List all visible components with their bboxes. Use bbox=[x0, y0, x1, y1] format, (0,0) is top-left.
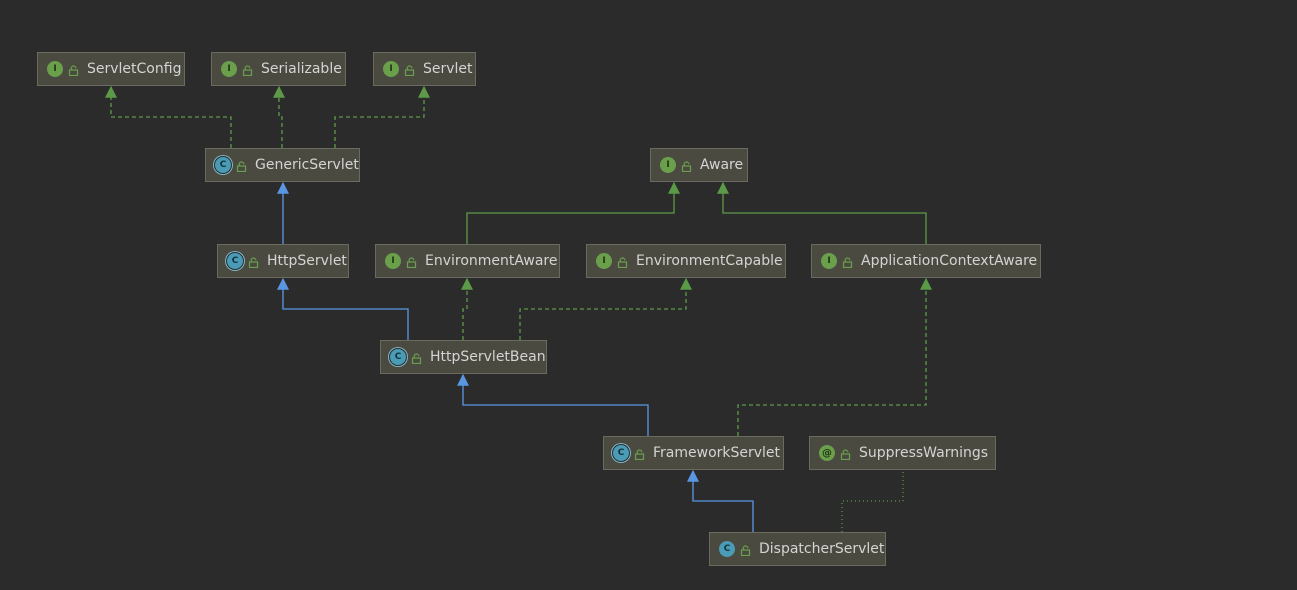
interface-badge-icon: I bbox=[385, 253, 401, 269]
interface-badge-icon: I bbox=[596, 253, 612, 269]
public-visibility-icon bbox=[842, 256, 853, 268]
node-dispatcher-servlet[interactable]: C DispatcherServlet bbox=[709, 532, 886, 566]
node-environment-aware[interactable]: I EnvironmentAware bbox=[375, 244, 560, 278]
interface-extends-edge-environmentaware-to-aware bbox=[466, 181, 680, 244]
node-label: ApplicationContextAware bbox=[861, 253, 1038, 269]
extends-edge-dispatcherservlet-to-frameworkservlet bbox=[687, 469, 754, 532]
node-servlet[interactable]: I Servlet bbox=[373, 52, 476, 86]
public-visibility-icon bbox=[404, 64, 415, 76]
node-serializable[interactable]: I Serializable bbox=[211, 52, 346, 86]
node-label: FrameworkServlet bbox=[653, 445, 781, 461]
node-label: GenericServlet bbox=[255, 157, 359, 173]
implements-edge-frameworkservlet-to-applicationcontextaware bbox=[737, 277, 932, 436]
node-http-servlet-bean[interactable]: C HttpServletBean bbox=[380, 340, 547, 374]
node-label: Serializable bbox=[261, 61, 342, 77]
implements-edge-genericservlet-to-servlet bbox=[334, 85, 430, 148]
node-http-servlet[interactable]: C HttpServlet bbox=[217, 244, 349, 278]
public-visibility-icon bbox=[406, 256, 417, 268]
abstract-badge-icon: C bbox=[215, 157, 231, 173]
public-visibility-icon bbox=[248, 256, 259, 268]
public-visibility-icon bbox=[236, 160, 247, 172]
extends-edge-frameworkservlet-to-httpservletbean bbox=[457, 373, 649, 436]
node-label: HttpServlet bbox=[267, 253, 347, 269]
node-label: SuppressWarnings bbox=[859, 445, 989, 461]
interface-extends-edge-applicationcontextaware-to-aware bbox=[717, 181, 927, 244]
node-label: EnvironmentCapable bbox=[636, 253, 783, 269]
extends-edge-httpservletbean-to-httpservlet bbox=[277, 277, 409, 340]
public-visibility-icon bbox=[411, 352, 422, 364]
node-application-context-aware[interactable]: I ApplicationContextAware bbox=[811, 244, 1041, 278]
public-visibility-icon bbox=[681, 160, 692, 172]
node-aware[interactable]: I Aware bbox=[650, 148, 748, 182]
interface-badge-icon: I bbox=[821, 253, 837, 269]
implements-edge-genericservlet-to-servletconfig bbox=[105, 85, 232, 148]
implements-edge-httpservletbean-to-environmentaware bbox=[461, 277, 473, 340]
node-framework-servlet[interactable]: C FrameworkServlet bbox=[603, 436, 784, 470]
node-label: EnvironmentAware bbox=[425, 253, 558, 269]
node-suppress-warnings[interactable]: @ SuppressWarnings bbox=[809, 436, 996, 470]
implements-edge-genericservlet-to-serializable bbox=[273, 85, 285, 148]
public-visibility-icon bbox=[617, 256, 628, 268]
public-visibility-icon bbox=[68, 64, 79, 76]
abstract-badge-icon: C bbox=[227, 253, 243, 269]
node-servlet-config[interactable]: I ServletConfig bbox=[37, 52, 185, 86]
public-visibility-icon bbox=[634, 448, 645, 460]
node-label: DispatcherServlet bbox=[759, 541, 885, 557]
uml-diagram-canvas bbox=[105, 85, 932, 532]
annotation-edge-dispatcherservlet-to-suppresswarnings bbox=[841, 471, 904, 532]
interface-badge-icon: I bbox=[221, 61, 237, 77]
public-visibility-icon bbox=[242, 64, 253, 76]
interface-badge-icon: I bbox=[47, 61, 63, 77]
public-visibility-icon bbox=[840, 448, 851, 460]
node-environment-capable[interactable]: I EnvironmentCapable bbox=[586, 244, 786, 278]
class-badge-icon: C bbox=[719, 541, 735, 557]
annotation-badge-icon: @ bbox=[819, 445, 835, 461]
abstract-badge-icon: C bbox=[390, 349, 406, 365]
interface-badge-icon: I bbox=[660, 157, 676, 173]
implements-edge-httpservletbean-to-environmentcapable bbox=[519, 277, 692, 340]
node-label: HttpServletBean bbox=[430, 349, 546, 365]
node-label: Servlet bbox=[423, 61, 473, 77]
interface-badge-icon: I bbox=[383, 61, 399, 77]
abstract-badge-icon: C bbox=[613, 445, 629, 461]
node-label: ServletConfig bbox=[87, 61, 182, 77]
node-label: Aware bbox=[700, 157, 744, 173]
public-visibility-icon bbox=[740, 544, 751, 556]
node-generic-servlet[interactable]: C GenericServlet bbox=[205, 148, 360, 182]
